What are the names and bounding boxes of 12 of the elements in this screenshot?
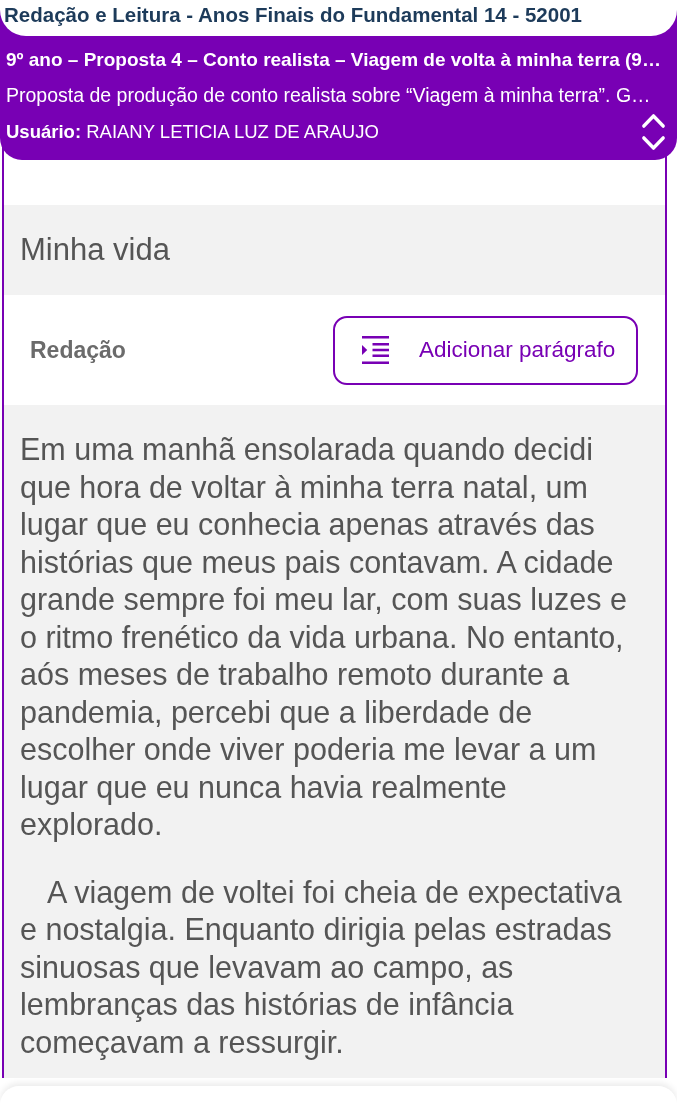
indent-icon bbox=[362, 336, 389, 364]
app-title: Redação e Leitura - Anos Finais do Fundamental 14 - 52001 bbox=[4, 3, 582, 26]
section-label: Redação bbox=[30, 336, 126, 364]
essay-paragraph: Em uma manhã ensolarada quando decidi que hora de voltar à minha terra natal, um lugar que eu conhecia apenas através das histórias que meus pais contavam. A cidade grande sempre foi meu lar, com suas luzes e o ritmo frenético da vida urbana. No entanto, aós meses de trabalho remoto durante a pandemia, percebi que a liberdade de escolher onde viver poderia me levar a um lugar que eu nunca havia realmente explorado. bbox=[20, 431, 628, 844]
title-field[interactable]: Minha vida bbox=[4, 205, 665, 295]
assignment-description: Proposta de produção de conto realista sobre “Viagem à minha terra”. G… bbox=[6, 82, 651, 108]
essay-paragraph: A viagem de voltei foi cheia de expectativa e nostalgia. Enquanto dirigia pelas estradas sinuosas que levavam ao campo, as lembranças das histórias de infância começavam a ressurgir. bbox=[20, 873, 623, 1061]
essay-field[interactable] bbox=[4, 405, 665, 1078]
assignment-title[interactable]: 9º ano – Proposta 4 – Conto realista – Viagem de volta à minha terra (9… bbox=[6, 42, 661, 78]
chevron-up-down-icon[interactable] bbox=[641, 113, 666, 151]
user-name: Usuário: RAIANY LETICIA LUZ DE ARAUJO bbox=[6, 121, 379, 143]
add-paragraph-button[interactable]: Adicionar parágrafo bbox=[333, 315, 638, 385]
